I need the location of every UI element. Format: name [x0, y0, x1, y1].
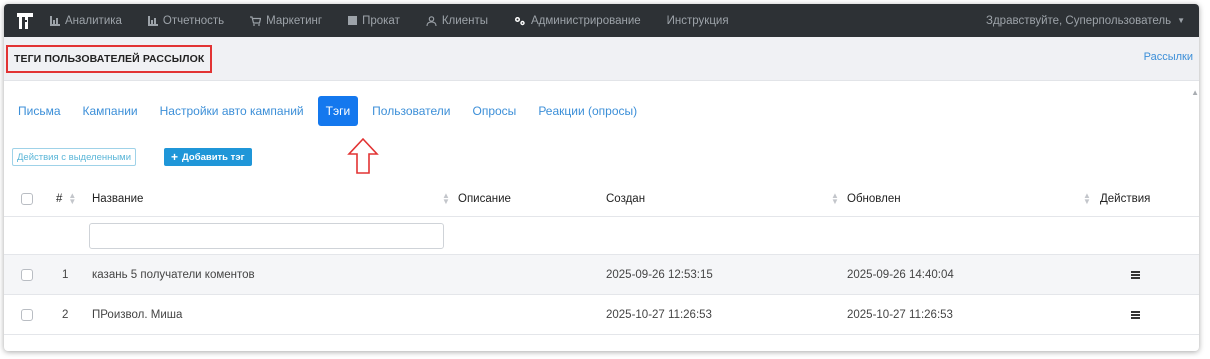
row-number: 1 — [62, 268, 69, 281]
tab-tags[interactable]: Тэги — [317, 96, 359, 126]
column-header-description: Описание — [458, 193, 511, 205]
sort-icon[interactable]: ▲ ▼ — [442, 182, 450, 216]
row-number: 2 — [62, 308, 69, 321]
tab-bar: Письма Кампании Настройки авто кампаний … — [4, 96, 651, 126]
nav-item-label: Аналитика — [65, 14, 122, 27]
caret-down-icon: ▼ — [1177, 16, 1185, 25]
bar-chart-icon — [50, 15, 60, 26]
nav-item-label: Отчетность — [162, 14, 225, 27]
nav-item-rental[interactable]: Прокат — [348, 15, 400, 27]
column-header-created[interactable]: Создан — [606, 182, 645, 216]
column-header-updated[interactable]: Обновлен — [847, 182, 901, 216]
nav-item-reports[interactable]: Отчетность — [147, 14, 225, 27]
tab-users[interactable]: Пользователи — [364, 96, 458, 126]
add-tag-button-label: Добавить тэг — [182, 151, 245, 163]
table-filter-row — [4, 217, 1199, 255]
nav-item-clients[interactable]: Клиенты — [426, 15, 488, 27]
plus-icon: + — [171, 150, 179, 164]
row-name: ПРоизвол. Миша — [92, 308, 183, 321]
row-created: 2025-10-27 11:26:53 — [606, 308, 712, 321]
tab-surveys[interactable]: Опросы — [465, 96, 525, 126]
name-filter-input[interactable] — [89, 223, 444, 249]
page-header: ТЕГИ ПОЛЬЗОВАТЕЛЕЙ РАССЫЛОК Рассылки — [4, 37, 1199, 81]
tab-auto-campaign-settings[interactable]: Настройки авто кампаний — [152, 96, 312, 126]
nav-item-label: Инструкция — [666, 14, 729, 27]
app-window: Аналитика Отчетность Маркетинг Прокат Кл… — [4, 4, 1199, 351]
top-navbar: Аналитика Отчетность Маркетинг Прокат Кл… — [4, 4, 1199, 37]
nav-item-administration[interactable]: Администрирование — [514, 15, 641, 27]
column-header-name[interactable]: Название — [92, 182, 143, 216]
tab-survey-reactions[interactable]: Реакции (опросы) — [530, 96, 645, 126]
cart-icon — [250, 15, 262, 26]
select-all-checkbox[interactable] — [21, 182, 33, 216]
row-updated: 2025-09-26 14:40:04 — [847, 268, 954, 281]
column-header-number[interactable]: # ▲ ▼ — [56, 182, 76, 216]
nav-item-label: Клиенты — [441, 14, 488, 27]
add-tag-button[interactable]: + Добавить тэг — [164, 148, 252, 166]
square-icon — [348, 16, 358, 25]
tags-table: # ▲ ▼ Название ▲ ▼ Описание Создан ▲ ▼ Обно… — [4, 182, 1199, 335]
bar-chart-icon — [147, 15, 158, 26]
row-name: казань 5 получатели коментов — [92, 268, 255, 281]
nav-item-label: Администрирование — [530, 14, 641, 27]
user-greeting: Здравствуйте, Суперпользователь — [986, 14, 1172, 27]
brand-logo-icon[interactable] — [14, 10, 36, 32]
tab-campaigns[interactable]: Кампании — [75, 96, 146, 126]
bulk-actions-button[interactable]: Действия с выделенными — [12, 148, 137, 166]
sort-icon: ▲ ▼ — [68, 191, 77, 206]
sort-icon[interactable]: ▲ ▼ — [831, 182, 839, 216]
page-title: ТЕГИ ПОЛЬЗОВАТЕЛЕЙ РАССЫЛОК — [6, 45, 213, 73]
table-row[interactable]: 2 ПРоизвол. Миша 2025-10-27 11:26:53 202… — [4, 295, 1199, 335]
nav-item-label: Маркетинг — [266, 14, 323, 27]
row-actions-menu-icon[interactable] — [1131, 295, 1140, 334]
nav-item-marketing[interactable]: Маркетинг — [250, 15, 322, 27]
row-updated: 2025-10-27 11:26:53 — [847, 308, 953, 321]
row-checkbox[interactable] — [21, 295, 33, 334]
scrollbar-up-arrow-icon[interactable]: ▲ — [1191, 88, 1199, 97]
nav-item-analytics[interactable]: Аналитика — [50, 15, 122, 27]
gears-icon — [514, 16, 526, 26]
column-header-actions: Действия — [1100, 193, 1151, 205]
tab-letters[interactable]: Письма — [10, 96, 69, 126]
sort-icon[interactable]: ▲ ▼ — [1083, 182, 1091, 216]
row-actions-menu-icon[interactable] — [1131, 255, 1140, 294]
user-menu[interactable]: Здравствуйте, Суперпользователь ▼ — [986, 4, 1185, 37]
table-row[interactable]: 1 казань 5 получатели коментов 2025-09-2… — [4, 255, 1199, 295]
nav-item-instructions[interactable]: Инструкция — [667, 15, 729, 27]
breadcrumb-link-mailings[interactable]: Рассылки — [1144, 51, 1193, 63]
nav-item-label: Прокат — [362, 14, 400, 27]
table-header-row: # ▲ ▼ Название ▲ ▼ Описание Создан ▲ ▼ Обно… — [4, 182, 1199, 217]
row-checkbox[interactable] — [21, 255, 33, 294]
row-created: 2025-09-26 12:53:15 — [606, 268, 713, 281]
users-icon — [426, 15, 437, 26]
annotation-arrow-up-icon — [347, 137, 379, 178]
